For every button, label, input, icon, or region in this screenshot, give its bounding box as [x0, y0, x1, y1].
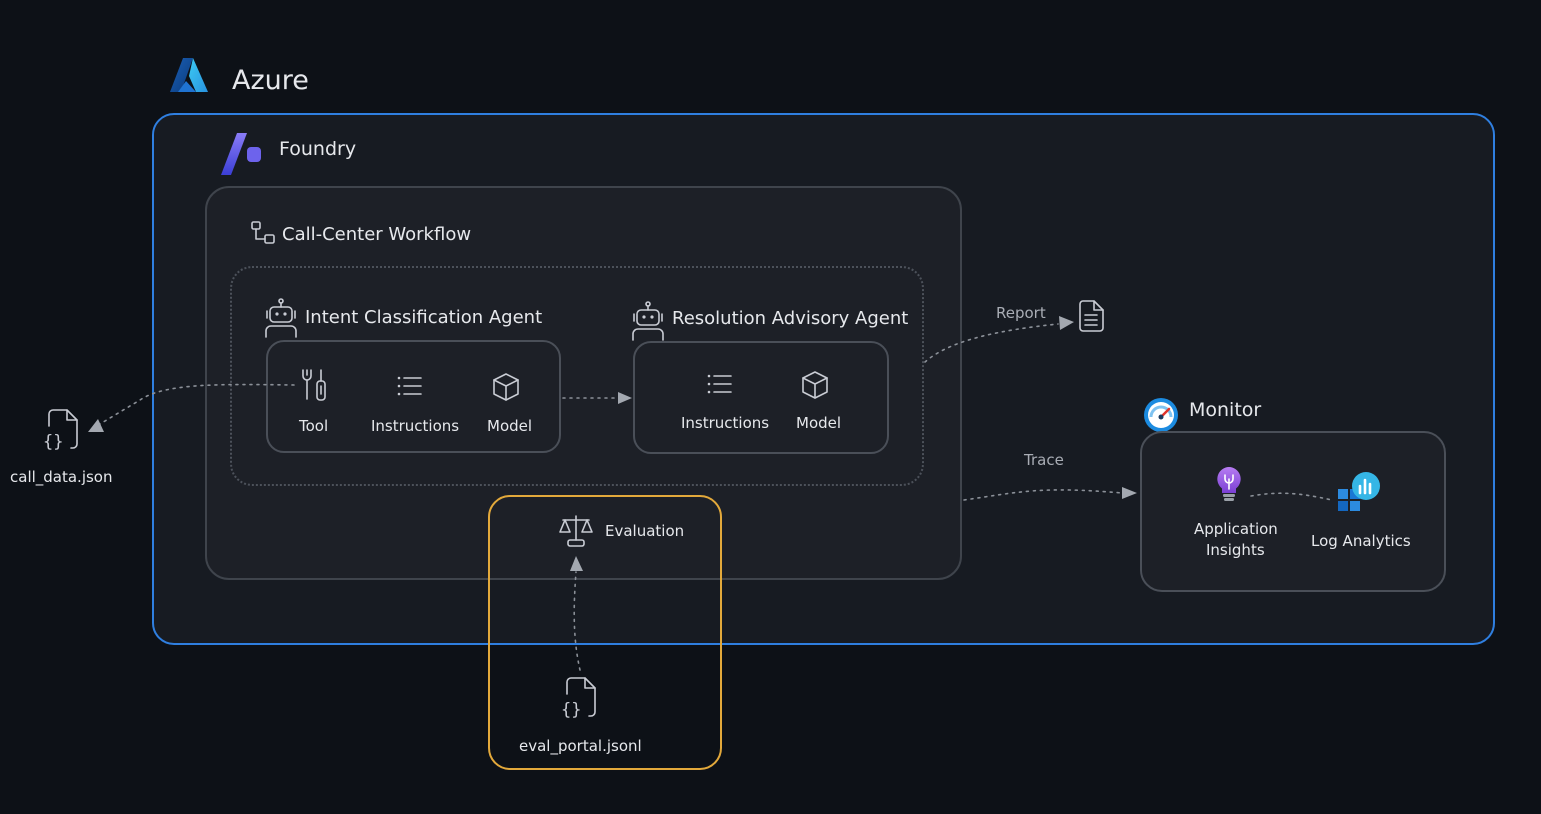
insights-to-log-connector: [1250, 492, 1333, 501]
arrowhead: [618, 392, 632, 404]
tool-to-call-data-connector: [99, 383, 295, 425]
arrowhead: [1059, 316, 1074, 330]
eval-connector: [573, 571, 581, 671]
arrowhead: [1122, 487, 1137, 499]
trace-connector: [963, 489, 1123, 501]
report-connector: [924, 323, 1059, 363]
connector-lines: [88, 316, 1333, 671]
arrowhead: [88, 419, 104, 432]
arrowhead: [570, 556, 583, 571]
